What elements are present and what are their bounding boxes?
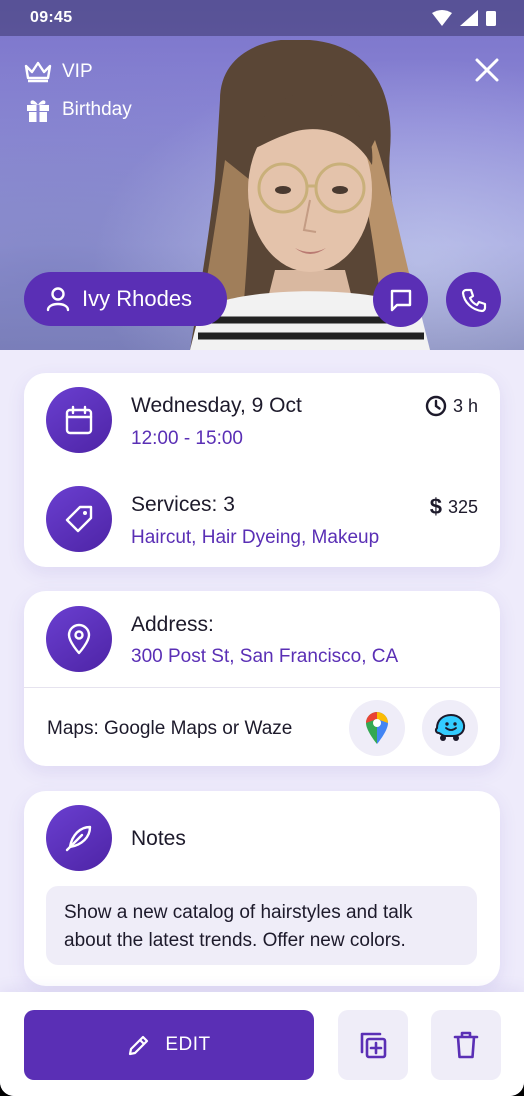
duration: 3 h <box>425 395 478 417</box>
pencil-icon <box>129 1035 149 1056</box>
client-photo-header: VIP Birthday Ivy Rhodes <box>0 0 524 350</box>
edit-button[interactable]: EDIT <box>24 1010 314 1080</box>
duplicate-icon <box>360 1032 387 1059</box>
birthday-tag: Birthday <box>24 96 132 124</box>
tag-icon-badge <box>46 486 112 552</box>
phone-icon <box>461 288 486 312</box>
bottom-action-bar: EDIT <box>0 992 524 1096</box>
google-maps-button[interactable] <box>349 700 405 756</box>
user-icon <box>46 287 70 312</box>
chat-icon <box>390 289 411 311</box>
notes-card: Notes Show a new catalog of hairstyles a… <box>24 791 500 986</box>
google-maps-icon <box>366 712 388 744</box>
address-value[interactable]: 300 Post St, San Francisco, CA <box>131 646 398 668</box>
crown-icon <box>24 61 52 83</box>
location-pin-icon <box>67 623 91 655</box>
gift-icon <box>27 100 49 122</box>
vip-tag: VIP <box>24 60 93 84</box>
client-name-button[interactable]: Ivy Rhodes <box>24 272 227 326</box>
appointment-date: Wednesday, 9 Oct <box>131 394 302 417</box>
status-bar: 09:45 <box>0 0 524 36</box>
close-button[interactable] <box>472 55 502 85</box>
price: $ 325 <box>430 494 478 520</box>
birthday-label: Birthday <box>62 99 132 120</box>
call-button[interactable] <box>446 272 501 327</box>
status-time: 09:45 <box>30 9 73 26</box>
feather-icon <box>65 825 92 852</box>
feather-icon-badge <box>46 805 112 871</box>
services-title: Services: 3 <box>131 493 235 516</box>
services-list: Haircut, Hair Dyeing, Makeup <box>131 527 380 548</box>
location-icon-badge <box>46 606 112 672</box>
waze-button[interactable] <box>422 700 478 756</box>
duplicate-button[interactable] <box>338 1010 408 1080</box>
maps-label: Maps: Google Maps or Waze <box>47 718 293 739</box>
delete-button[interactable] <box>431 1010 501 1080</box>
clock-icon <box>425 395 447 417</box>
appointment-time: 12:00 - 15:00 <box>131 428 243 449</box>
close-icon <box>475 58 499 82</box>
address-title: Address: <box>131 613 214 636</box>
notes-title: Notes <box>131 827 186 850</box>
waze-icon <box>434 713 466 741</box>
notes-text: Show a new catalog of hairstyles and tal… <box>46 886 477 965</box>
price-value: 325 <box>447 496 478 517</box>
tag-icon <box>65 505 93 533</box>
calendar-icon <box>65 405 93 435</box>
wifi-icon <box>432 10 452 26</box>
signal-icon <box>460 10 478 26</box>
edit-label: EDIT <box>165 1034 211 1055</box>
calendar-icon-badge <box>46 387 112 453</box>
vip-label: VIP <box>62 61 93 82</box>
currency-symbol: $ <box>429 494 442 519</box>
trash-icon <box>453 1031 479 1059</box>
message-button[interactable] <box>373 272 428 327</box>
client-name: Ivy Rhodes <box>82 286 193 311</box>
appointment-details-screen: VIP Birthday Ivy Rhodes 09:45 Wednesday,… <box>0 0 524 1096</box>
appointment-card: Wednesday, 9 Oct 12:00 - 15:00 3 h Servi… <box>24 373 500 567</box>
battery-icon <box>486 11 496 26</box>
address-card: Address: 300 Post St, San Francisco, CA … <box>24 591 500 766</box>
duration-value: 3 h <box>452 395 478 416</box>
